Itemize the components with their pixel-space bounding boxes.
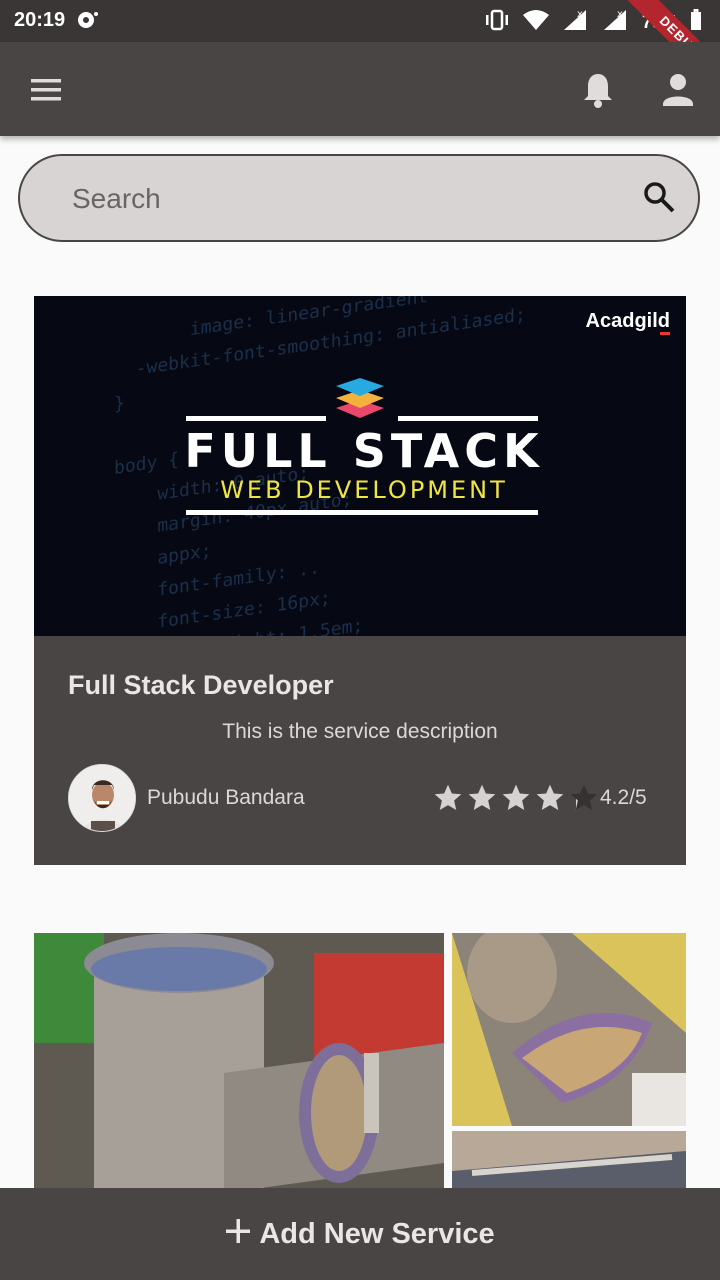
service-banner-image: image: linear-gradient -webkit-font-smoo… [34,296,686,636]
banner-headline: FULL STACK [184,424,544,478]
author-name: Pubudu Bandara [147,786,305,809]
bell-icon[interactable] [580,70,616,115]
star-icon [465,782,499,819]
battery-icon [690,9,702,36]
star-icon [431,782,465,819]
status-time: 20:19 [14,9,66,31]
banner-line [398,416,538,421]
vibrate-icon [484,9,510,36]
service-photo-main [34,933,444,1193]
svg-text:x: x [577,9,583,20]
layers-icon [334,374,386,427]
star-icon-partial [567,782,601,819]
banner-subheadline: WEB DEVELOPMENT [220,476,508,504]
svg-text:x: x [617,9,623,20]
search-input[interactable] [70,174,594,224]
search-icon[interactable] [642,180,676,219]
rating-stars [431,782,601,819]
brand-logo-underline [660,332,670,335]
service-card[interactable]: image: linear-gradient -webkit-font-smoo… [34,296,686,865]
service-description: This is the service description [222,720,498,743]
add-new-service-label: Add New Service [259,1217,495,1250]
bottom-bar: Add New Service [0,1188,720,1280]
add-new-service-button[interactable]: Add New Service [0,1188,720,1280]
service-photo-secondary [452,933,686,1126]
menu-icon[interactable] [28,72,64,113]
service-title: Full Stack Developer [68,670,334,700]
search-bar [18,154,700,242]
banner-line [186,510,538,515]
service-card[interactable] [34,933,686,1193]
banner-line [186,416,326,421]
service-photo-tertiary [452,1131,686,1193]
signal-2-icon: x [602,8,630,37]
rating-text: 4.2/5 [600,786,647,809]
wifi-icon [522,9,550,36]
account-icon[interactable] [660,70,696,115]
star-icon [533,782,567,819]
star-icon [499,782,533,819]
app-bar [0,42,720,136]
plus-icon [225,1218,251,1252]
signal-icon: x [562,8,590,37]
status-bar: 20:19 x x 79% DEBUG [0,0,720,102]
avatar[interactable] [68,764,136,832]
notification-dot-icon [76,10,98,35]
brand-logo: Acadgild [585,310,670,332]
